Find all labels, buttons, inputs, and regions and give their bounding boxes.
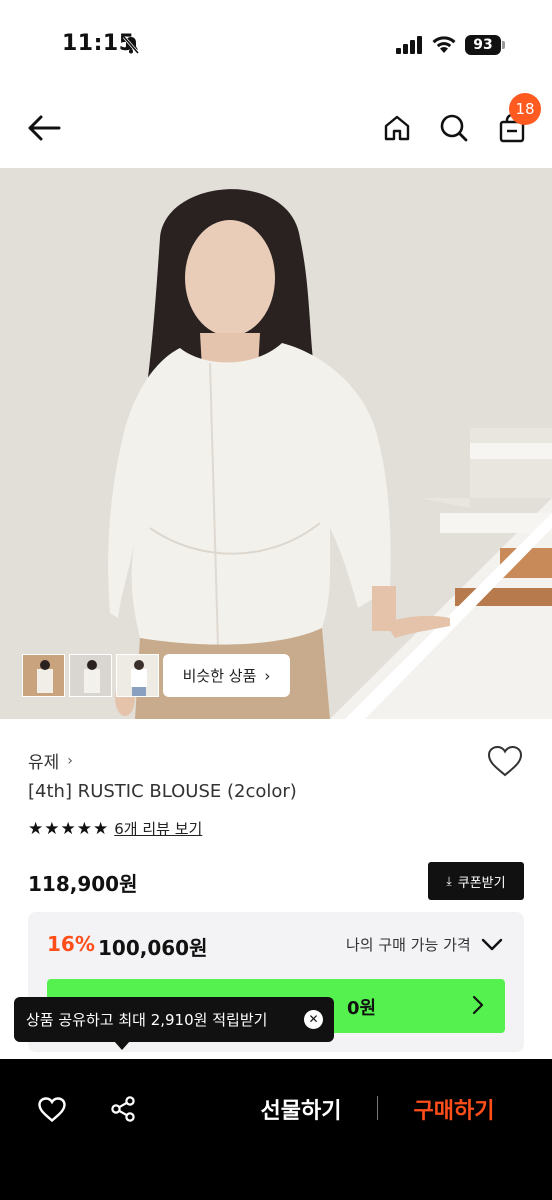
- tooltip-text: 상품 공유하고 최대 2,910원 적립받기: [26, 1011, 268, 1029]
- star-icon: ★: [93, 818, 109, 839]
- product-title: [4th] RUSTIC BLOUSE (2color): [28, 781, 297, 802]
- thumbnail-2[interactable]: [69, 654, 112, 697]
- similar-products-label: 비슷한 상품: [182, 667, 257, 685]
- product-image[interactable]: [0, 168, 552, 719]
- app-header: [0, 90, 552, 168]
- thumbnail-strip: [22, 654, 159, 697]
- back-button[interactable]: [24, 108, 64, 148]
- rating-row: ★ ★ ★ ★ ★ 6개 리뷰 보기: [28, 818, 202, 839]
- star-rating: ★ ★ ★ ★ ★: [28, 819, 108, 839]
- cart-count-badge: 18: [509, 93, 541, 125]
- heart-icon: [487, 745, 523, 777]
- review-link[interactable]: 6개 리뷰 보기: [114, 818, 202, 839]
- battery-tip: [502, 41, 505, 49]
- heart-icon: [38, 1096, 66, 1122]
- home-button[interactable]: [377, 108, 417, 148]
- thumbnail-image: [117, 655, 158, 696]
- share-reward-tooltip: 상품 공유하고 최대 2,910원 적립받기 ✕: [14, 997, 334, 1042]
- coupon-button[interactable]: ⤓ 쿠폰받기: [428, 862, 524, 900]
- discount-rate: 16%: [47, 932, 95, 956]
- thumbnail-image: [23, 655, 64, 696]
- chevron-right-icon: [472, 995, 484, 1015]
- status-bar: 11:15 93: [0, 0, 552, 90]
- close-icon[interactable]: ✕: [304, 1010, 323, 1029]
- gift-button[interactable]: 선물하기: [240, 1089, 362, 1129]
- my-price-label: 나의 구매 가능 가격: [346, 936, 471, 954]
- battery-icon: 93: [465, 35, 501, 55]
- similar-products-button[interactable]: 비슷한 상품 ›: [163, 654, 290, 697]
- chevron-right-icon: ›: [67, 752, 73, 769]
- my-price-toggle[interactable]: 나의 구매 가능 가격: [346, 934, 503, 955]
- signal-icon: [396, 36, 422, 54]
- star-icon: ★: [44, 818, 60, 839]
- wishlist-bottom-button[interactable]: [32, 1089, 72, 1129]
- brand-name: 유제: [28, 753, 60, 773]
- home-icon: [384, 115, 410, 141]
- thumbnail-image: [70, 655, 111, 696]
- share-icon: [111, 1096, 135, 1122]
- share-button[interactable]: [103, 1089, 143, 1129]
- chevron-down-icon: [481, 938, 502, 950]
- thumbnail-3[interactable]: [116, 654, 159, 697]
- star-icon: ★: [76, 818, 92, 839]
- star-icon: ★: [60, 818, 76, 839]
- search-icon: [440, 114, 468, 142]
- discount-price: 100,060원: [98, 936, 208, 960]
- bell-slash-icon: [122, 36, 140, 54]
- coupon-label: 쿠폰받기: [457, 875, 506, 891]
- divider: [377, 1096, 378, 1120]
- search-button[interactable]: [434, 108, 474, 148]
- buy-button[interactable]: 구매하기: [393, 1089, 515, 1129]
- bottom-action-bar: 선물하기 구매하기: [0, 1059, 552, 1200]
- tooltip-arrow: [114, 1041, 130, 1050]
- wifi-icon: [432, 36, 456, 53]
- wishlist-button[interactable]: [486, 744, 524, 780]
- brand-link[interactable]: 유제 ›: [28, 748, 73, 774]
- model-photo: [0, 168, 552, 719]
- thumbnail-1[interactable]: [22, 654, 65, 697]
- back-arrow-icon: [28, 115, 61, 141]
- benefit-amount: 0원: [347, 998, 377, 1019]
- star-icon: ★: [28, 818, 44, 839]
- original-price: 118,900원: [28, 872, 138, 896]
- download-icon: ⤓: [446, 873, 452, 888]
- chevron-right-icon: ›: [264, 666, 271, 685]
